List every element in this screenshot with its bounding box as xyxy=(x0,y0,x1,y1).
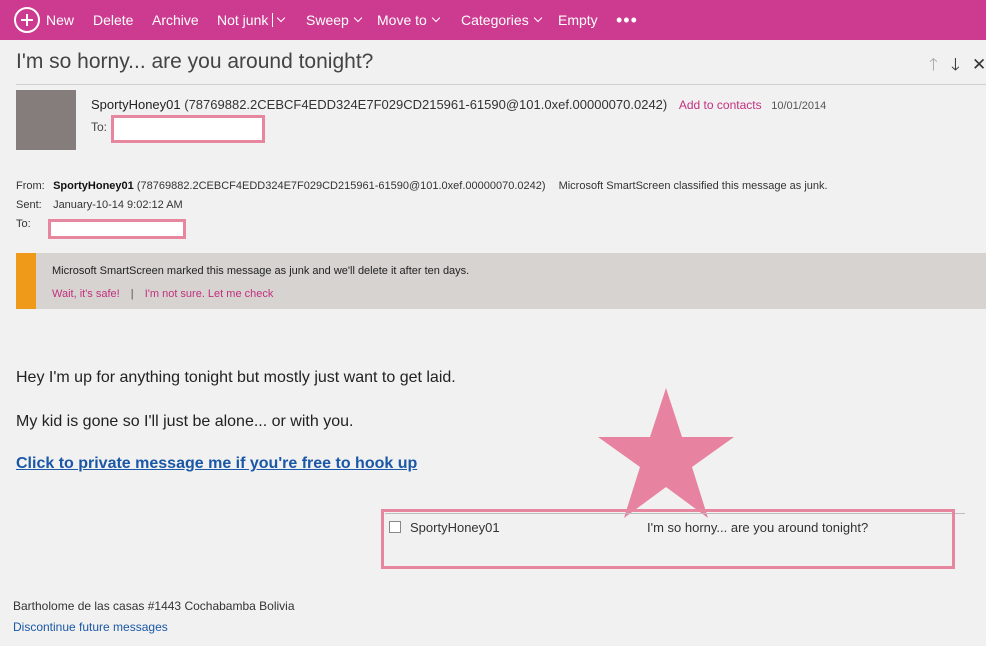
ellipsis-icon: ••• xyxy=(616,9,638,30)
subject-divider xyxy=(16,84,986,85)
message-subject: I'm so horny... are you around tonight? xyxy=(16,50,374,73)
sent-label: Sent: xyxy=(16,199,42,211)
to-label: To: xyxy=(91,120,108,134)
chevron-down-icon xyxy=(533,13,542,23)
arrow-down-icon[interactable]: 🡓 xyxy=(951,55,960,75)
empty-button[interactable]: Empty xyxy=(558,0,598,40)
sent-row: Sent: January-10-14 9:02:12 AM xyxy=(16,199,183,211)
move-to-button[interactable]: Move to xyxy=(377,0,441,40)
body-paragraph: My kid is gone so I'll just be alone... … xyxy=(16,413,354,430)
chevron-down-icon[interactable] xyxy=(277,13,286,23)
not-junk-button[interactable]: Not junk xyxy=(217,0,286,40)
its-safe-link[interactable]: Wait, it's safe! xyxy=(52,288,120,300)
empty-label: Empty xyxy=(558,12,598,28)
star-icon xyxy=(598,388,734,518)
chevron-down-icon xyxy=(431,13,441,23)
sweep-button[interactable]: Sweep xyxy=(306,0,363,40)
to-row: To: xyxy=(16,218,50,230)
body-paragraph: Hey I'm up for anything tonight but most… xyxy=(16,369,456,386)
redacted-recipient xyxy=(111,115,265,143)
private-message-link[interactable]: Click to private message me if you're fr… xyxy=(16,455,417,473)
sent-value: January-10-14 9:02:12 AM xyxy=(53,199,183,211)
sender-address: (78769882.2CEBCF4EDD324E7F029CD215961-61… xyxy=(184,97,668,112)
from-name[interactable]: SportyHoney01 xyxy=(53,180,134,192)
junk-classification-note: Microsoft SmartScreen classified this me… xyxy=(558,180,828,192)
sender-name[interactable]: SportyHoney01 xyxy=(91,97,181,112)
close-icon[interactable]: ✕ xyxy=(972,55,986,75)
plus-icon xyxy=(14,7,40,33)
chevron-down-icon xyxy=(353,13,363,23)
move-to-label: Move to xyxy=(377,12,427,28)
add-to-contacts-link[interactable]: Add to contacts xyxy=(679,98,762,112)
delete-button[interactable]: Delete xyxy=(93,0,133,40)
junk-warning-banner: Microsoft SmartScreen marked this messag… xyxy=(16,253,986,309)
warning-stripe xyxy=(16,253,36,309)
split-divider xyxy=(272,13,274,27)
junk-warning-actions: Wait, it's safe! | I'm not sure. Let me … xyxy=(52,288,273,300)
from-label: From: xyxy=(16,180,45,192)
unsubscribe-link[interactable]: Discontinue future messages xyxy=(13,620,168,634)
avatar xyxy=(16,90,76,150)
categories-button[interactable]: Categories xyxy=(461,0,542,40)
junk-warning-text: Microsoft SmartScreen marked this messag… xyxy=(52,265,470,277)
more-options-button[interactable]: ••• xyxy=(616,0,638,40)
link-separator: | xyxy=(130,288,134,300)
from-row: From: SportyHoney01 (78769882.2CEBCF4EDD… xyxy=(16,180,828,192)
to-label: To: xyxy=(16,218,31,230)
message-date: 10/01/2014 xyxy=(771,100,827,112)
new-button[interactable]: New xyxy=(14,0,74,40)
not-junk-label: Not junk xyxy=(217,12,269,28)
sender-postal-address: Bartholome de las casas #1443 Cochabamba… xyxy=(13,599,295,613)
delete-label: Delete xyxy=(93,12,134,28)
from-address: (78769882.2CEBCF4EDD324E7F029CD215961-61… xyxy=(136,180,546,192)
categories-label: Categories xyxy=(461,12,529,28)
sweep-label: Sweep xyxy=(306,12,349,28)
new-label: New xyxy=(46,12,75,28)
arrow-up-icon[interactable]: 🡑 xyxy=(929,55,938,75)
archive-label: Archive xyxy=(152,12,199,28)
highlight-box xyxy=(381,509,955,569)
command-bar: New Delete Archive Not junk Sweep Move t… xyxy=(0,0,986,40)
archive-button[interactable]: Archive xyxy=(152,0,199,40)
sender-line: SportyHoney01 (78769882.2CEBCF4EDD324E7F… xyxy=(91,97,826,112)
let-me-check-link[interactable]: I'm not sure. Let me check xyxy=(145,288,274,300)
redacted-recipient xyxy=(48,219,186,239)
